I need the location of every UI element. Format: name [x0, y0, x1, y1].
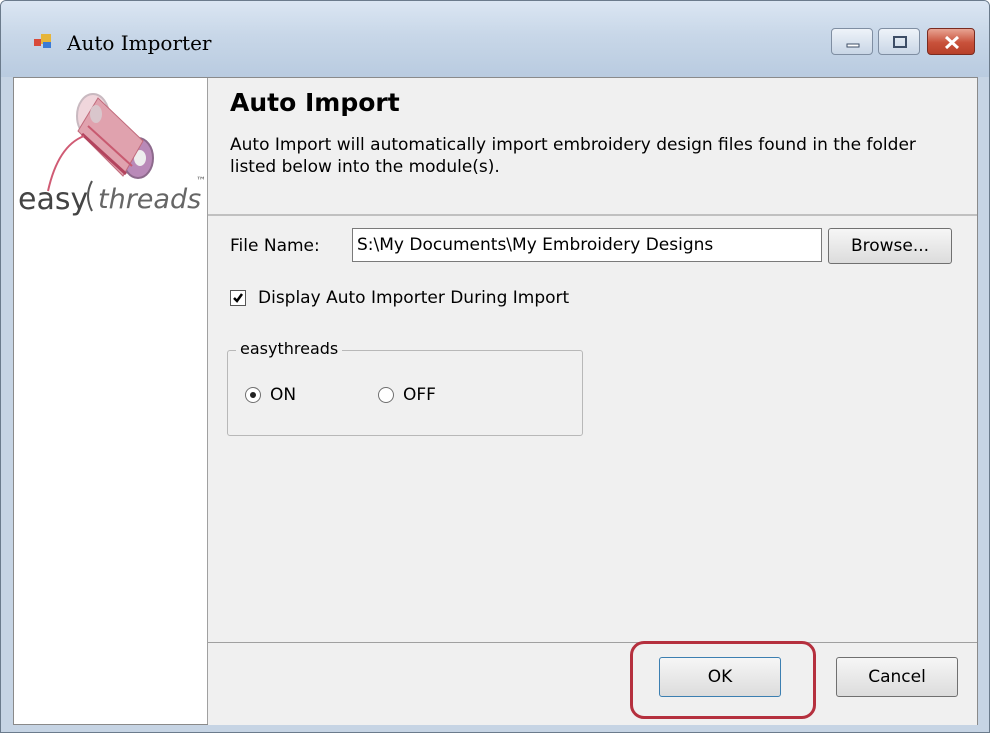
on-radio-button[interactable] [245, 387, 261, 403]
logo-text-easy: easy [18, 182, 88, 216]
app-icon [34, 34, 51, 48]
minimize-button[interactable] [831, 28, 873, 55]
header-title: Auto Import [230, 88, 400, 117]
dialog-header: Auto Import Auto Import will automatical… [208, 78, 977, 216]
display-auto-importer-checkbox[interactable] [230, 290, 246, 306]
display-auto-importer-label: Display Auto Importer During Import [258, 288, 570, 308]
ok-button-highlight [630, 641, 816, 719]
maximize-icon [893, 36, 907, 48]
dialog-client-area: easy threads ™ Auto Import Auto Import w… [13, 77, 978, 725]
header-description: Auto Import will automatically import em… [230, 135, 916, 177]
easythreads-logo: easy threads ™ [18, 93, 206, 216]
off-radio-label: OFF [403, 385, 436, 405]
title-bar[interactable]: Auto Importer [1, 1, 989, 77]
logo-trademark: ™ [196, 176, 206, 187]
maximize-button[interactable] [878, 28, 920, 55]
checkmark-icon [233, 293, 244, 303]
close-icon [944, 35, 960, 50]
close-button[interactable] [927, 28, 975, 55]
dialog-footer: OK Cancel [208, 642, 977, 725]
on-radio-label: ON [270, 385, 297, 405]
minimize-icon [846, 43, 860, 48]
thread-spool-icon [47, 93, 154, 192]
browse-button[interactable]: Browse... [828, 228, 952, 264]
logo-text-threads: threads [98, 184, 201, 215]
auto-importer-window: Auto Importer easy threads ™ Auto Import… [0, 0, 990, 733]
easythreads-group-title: easythreads [236, 339, 343, 358]
file-name-label: File Name: [230, 236, 320, 256]
window-title: Auto Importer [67, 31, 212, 55]
cancel-button[interactable]: Cancel [836, 657, 958, 697]
off-radio-button[interactable] [378, 387, 394, 403]
file-name-input[interactable] [352, 228, 822, 262]
easythreads-group: easythreads ON OFF [227, 339, 583, 436]
settings-panel: File Name: Browse... Display Auto Import… [208, 216, 977, 640]
sidebar: easy threads ™ [14, 78, 208, 724]
